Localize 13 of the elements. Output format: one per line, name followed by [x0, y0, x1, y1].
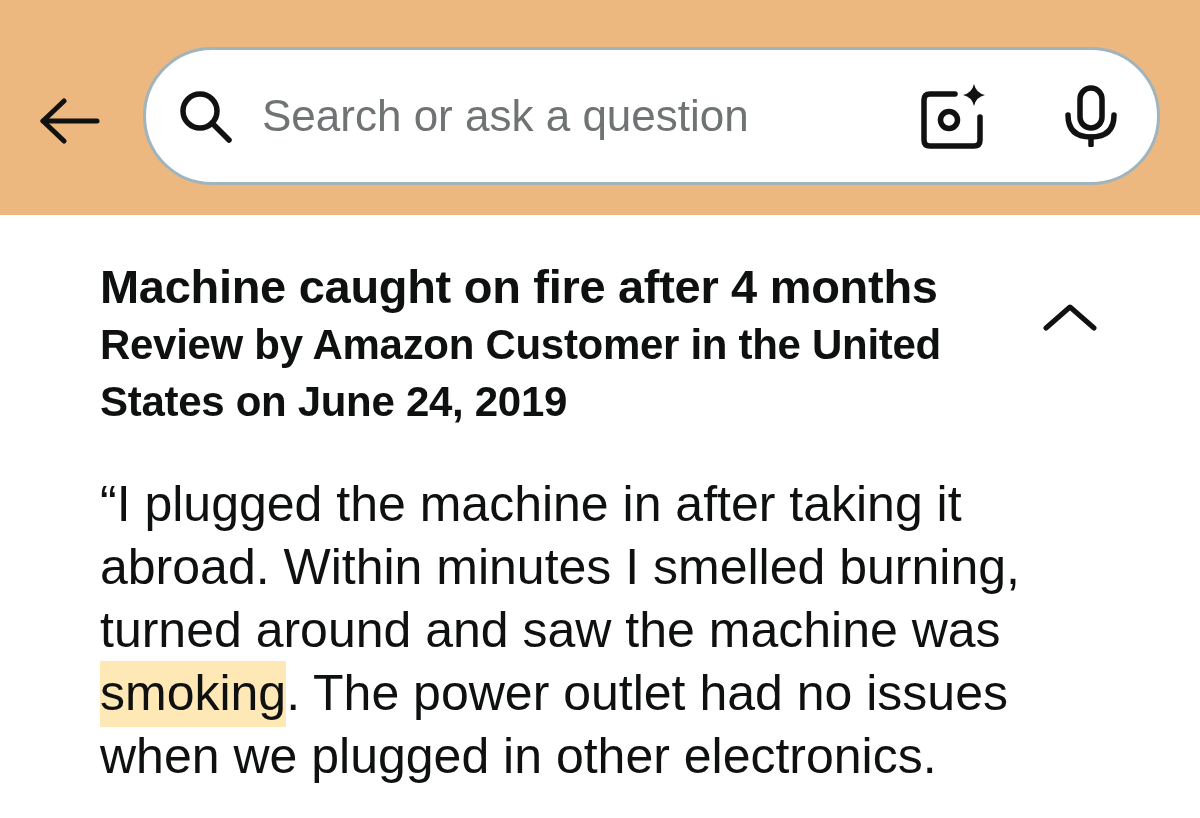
- search-input[interactable]: Search or ask a question: [262, 86, 921, 146]
- back-button[interactable]: [40, 97, 100, 144]
- microphone-button[interactable]: [1065, 85, 1117, 147]
- chevron-icon: [1043, 303, 1097, 331]
- review-title: Machine caught on fire after 4 months: [100, 259, 939, 315]
- review-text: “I plugged the machine in after taking it abroad. Within minutes I smelled burning, turned around and saw the machine was smoking. The power outlet had no issues when we plugged in other electronics.: [100, 475, 1021, 786]
- search-field[interactable]: Search or ask a question: [143, 47, 1160, 185]
- review-byline: Review by Amazon Customer in the United States on June 24, 2019: [100, 320, 942, 427]
- camera-sparkle-icon: [921, 83, 987, 149]
- search-icon: [178, 89, 232, 143]
- microphone-icon: [1065, 85, 1117, 147]
- camera-sparkle-button[interactable]: [921, 83, 987, 149]
- collapse-button[interactable]: [1043, 303, 1097, 331]
